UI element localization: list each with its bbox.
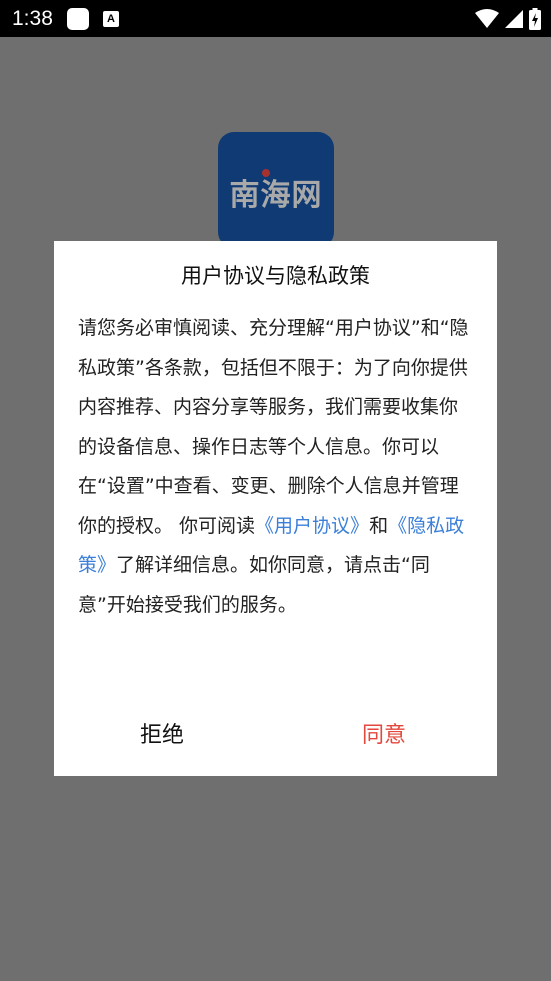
reject-button[interactable]: 拒绝 xyxy=(140,716,184,756)
signal-icon xyxy=(505,10,523,28)
app-logo-text: 南海网 xyxy=(229,178,323,213)
battery-charging-icon xyxy=(529,8,541,30)
body-text-part2: 了解详细信息。如你同意，请点击“同意”开始接受我们的服务。 xyxy=(78,554,430,616)
notification-square-icon xyxy=(67,8,89,30)
body-text-and: 和 xyxy=(369,514,389,537)
logo-red-dot-icon xyxy=(262,169,270,177)
dialog-body: 请您务必审慎阅读、充分理解“用户协议”和“隐私政策”各条款，包括但不限于：为了向… xyxy=(78,309,474,625)
body-text-part1: 请您务必审慎阅读、充分理解“用户协议”和“隐私政策”各条款，包括但不限于：为了向… xyxy=(78,317,469,537)
keyboard-a-icon: A xyxy=(103,11,119,27)
status-bar: 1:38 A xyxy=(0,0,551,37)
dialog-title: 用户协议与隐私政策 xyxy=(181,264,370,288)
agree-button[interactable]: 同意 xyxy=(362,716,406,756)
wifi-icon xyxy=(475,9,499,28)
privacy-dialog: 用户协议与隐私政策 请您务必审慎阅读、充分理解“用户协议”和“隐私政策”各条款，… xyxy=(54,241,497,776)
status-time: 1:38 xyxy=(12,7,53,30)
status-icons xyxy=(475,8,541,30)
app-logo: 南海网 xyxy=(218,132,334,248)
user-agreement-link[interactable]: 《用户协议》 xyxy=(255,515,369,537)
